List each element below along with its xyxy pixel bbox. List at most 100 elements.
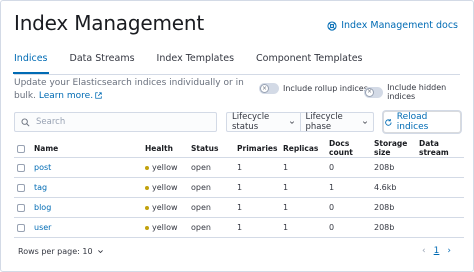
health-dot-icon: [145, 205, 149, 210]
search-placeholder: Search: [36, 117, 66, 127]
storage-size-cell: 208b: [374, 157, 419, 178]
tab-component-templates[interactable]: Component Templates: [256, 49, 362, 71]
storage-size-cell: 208b: [374, 197, 419, 218]
health-label: yellow: [152, 183, 178, 193]
data-stream-cell: [419, 177, 464, 198]
lifecycle-status-label: Lifecycle status: [232, 112, 270, 132]
reload-indices-label: Reload indices: [396, 112, 429, 132]
health-indicator: yellow: [145, 203, 178, 212]
docs-count-cell: 0: [329, 217, 374, 238]
chevron-down-icon: [362, 120, 368, 124]
status-cell: open: [191, 217, 237, 238]
page-description: Update your Elasticsearch indices indivi…: [14, 77, 254, 103]
index-name-link[interactable]: post: [34, 163, 51, 172]
data-stream-cell: [419, 157, 464, 178]
column-header-docs-count[interactable]: Docs count: [329, 139, 374, 158]
indices-table: Name Health Status Primaries Replicas Do…: [14, 139, 464, 238]
previous-page-icon[interactable]: ‹: [422, 246, 426, 256]
table-row: tag yellow open 1 1 1 4.6kb: [14, 177, 464, 198]
index-management-panel: Index Management Index Management docs I…: [0, 0, 474, 272]
external-link-icon: [95, 92, 102, 99]
row-checkbox[interactable]: [17, 183, 25, 192]
toggle-off-icon: ×: [365, 87, 374, 97]
learn-more-link[interactable]: Learn more.: [39, 91, 102, 101]
health-indicator: yellow: [145, 223, 178, 232]
lifecycle-phase-filter[interactable]: Lifecycle phase: [299, 112, 374, 132]
tab-indices[interactable]: Indices: [13, 49, 49, 74]
primaries-cell: 1: [237, 217, 283, 238]
primaries-cell: 1: [237, 157, 283, 178]
column-header-replicas[interactable]: Replicas: [283, 139, 329, 158]
storage-size-cell: 208b: [374, 217, 419, 238]
replicas-cell: 1: [283, 157, 329, 178]
health-indicator: yellow: [145, 163, 178, 172]
pagination: ‹ 1 ›: [422, 246, 451, 256]
index-name-link[interactable]: tag: [34, 183, 47, 192]
column-header-health[interactable]: Health: [145, 139, 191, 158]
replicas-cell: 1: [283, 197, 329, 218]
index-name-link[interactable]: blog: [34, 203, 51, 212]
column-header-storage-size[interactable]: Storage size: [374, 139, 419, 158]
toggle-off-icon: ×: [260, 84, 269, 93]
learn-more-label: Learn more.: [38, 91, 94, 101]
health-dot-icon: [145, 185, 149, 190]
index-name-link[interactable]: user: [34, 223, 51, 232]
search-icon: [21, 118, 30, 126]
hidden-toggle[interactable]: ×: [364, 86, 384, 98]
docs-link[interactable]: Index Management docs: [327, 20, 458, 31]
health-label: yellow: [152, 163, 178, 173]
table-row: blog yellow open 1 1 0 208b: [14, 197, 464, 218]
row-checkbox[interactable]: [17, 203, 25, 212]
page-title: Index Management: [14, 11, 204, 35]
rollup-toggle[interactable]: ×: [259, 83, 279, 94]
primaries-cell: 1: [237, 177, 283, 198]
lifecycle-status-filter[interactable]: Lifecycle status: [227, 112, 300, 132]
primaries-cell: 1: [237, 197, 283, 218]
table-row: user yellow open 1 1 0 208b: [14, 217, 464, 238]
rollup-toggle-label: Include rollup indices: [283, 84, 368, 93]
data-stream-cell: [419, 217, 464, 238]
chevron-down-icon: [97, 250, 103, 254]
health-indicator: yellow: [145, 183, 178, 192]
rollup-toggle-row: × Include rollup indices: [259, 83, 368, 94]
reload-indices-button[interactable]: Reload indices: [383, 111, 461, 133]
health-label: yellow: [152, 203, 178, 213]
storage-size-cell: 4.6kb: [374, 177, 419, 198]
page-number-button[interactable]: 1: [434, 246, 440, 256]
tab-divider: [14, 74, 460, 75]
docs-count-cell: 0: [329, 157, 374, 178]
column-header-status[interactable]: Status: [191, 139, 237, 158]
docs-link-label: Index Management docs: [341, 20, 458, 31]
replicas-cell: 1: [283, 217, 329, 238]
table-row: post yellow open 1 1 0 208b: [14, 157, 464, 178]
rows-per-page-selector[interactable]: Rows per page: 10: [18, 247, 104, 256]
status-cell: open: [191, 157, 237, 178]
row-checkbox[interactable]: [17, 163, 25, 172]
health-label: yellow: [152, 223, 178, 233]
docs-count-cell: 0: [329, 197, 374, 218]
rows-per-page-label: Rows per page: 10: [18, 247, 93, 256]
hidden-toggle-label: Include hidden indices: [387, 83, 447, 101]
tab-bar: Indices Data Streams Index Templates Com…: [13, 49, 363, 74]
select-all-checkbox[interactable]: [17, 144, 25, 153]
row-checkbox[interactable]: [17, 223, 25, 232]
health-dot-icon: [145, 225, 149, 230]
chevron-down-icon: [289, 120, 294, 124]
replicas-cell: 1: [283, 177, 329, 198]
health-dot-icon: [145, 165, 149, 170]
search-input[interactable]: Search: [14, 112, 217, 132]
tab-data-streams[interactable]: Data Streams: [70, 49, 135, 71]
help-icon: [327, 20, 337, 31]
refresh-icon: [385, 118, 392, 126]
column-header-data-stream[interactable]: Data stream: [419, 139, 464, 158]
status-cell: open: [191, 177, 237, 198]
tab-index-templates[interactable]: Index Templates: [157, 49, 234, 71]
lifecycle-phase-label: Lifecycle phase: [305, 112, 343, 132]
column-header-primaries[interactable]: Primaries: [237, 139, 283, 158]
column-header-name[interactable]: Name: [34, 139, 145, 158]
hidden-toggle-row: × Include hidden indices: [364, 83, 473, 101]
status-cell: open: [191, 197, 237, 218]
table-header-row: Name Health Status Primaries Replicas Do…: [14, 139, 464, 158]
data-stream-cell: [419, 197, 464, 218]
next-page-icon[interactable]: ›: [447, 246, 451, 256]
